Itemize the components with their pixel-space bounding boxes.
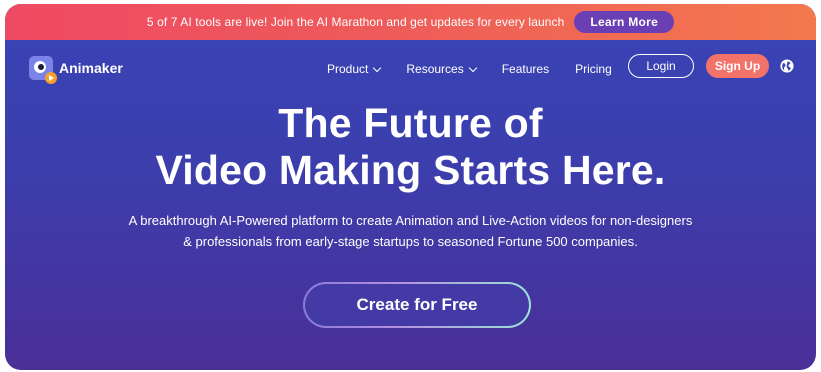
hero-subtitle-line-2: & professionals from early-stage startup…: [183, 234, 638, 249]
nav-item-pricing[interactable]: Pricing: [575, 62, 612, 76]
animaker-logo-icon: [29, 56, 57, 84]
nav-item-label: Features: [501, 62, 550, 76]
cta-label: Create for Free: [305, 284, 529, 326]
brand-name: Animaker: [59, 60, 123, 76]
nav-item-label: Pricing: [575, 62, 612, 76]
login-button[interactable]: Login: [628, 54, 694, 78]
nav-item-product[interactable]: Product: [327, 62, 382, 76]
globe-icon[interactable]: [780, 59, 794, 73]
hero-subtitle-line-1: A breakthrough AI-Powered platform to cr…: [128, 213, 693, 228]
brand-logo[interactable]: Animaker: [29, 56, 123, 84]
top-nav: Animaker Product Resources Features Pric…: [5, 48, 816, 88]
nav-item-resources[interactable]: Resources: [406, 62, 477, 76]
chevron-down-icon: [468, 63, 477, 72]
chevron-down-icon: [373, 63, 382, 72]
nav-item-label: Resources: [406, 62, 464, 76]
main-menu: Product Resources Features Pricing: [327, 62, 612, 76]
page-frame: 5 of 7 AI tools are live! Join the AI Ma…: [5, 4, 816, 370]
hero-title-line-1: The Future of: [278, 100, 543, 146]
learn-more-button[interactable]: Learn More: [574, 11, 675, 33]
nav-item-features[interactable]: Features: [502, 62, 549, 76]
hero-title: The Future of Video Making Starts Here.: [5, 100, 816, 194]
signup-button[interactable]: Sign Up: [706, 54, 769, 78]
hero-subtitle: A breakthrough AI-Powered platform to cr…: [5, 210, 816, 252]
create-for-free-button[interactable]: Create for Free: [303, 282, 531, 328]
announcement-bar: 5 of 7 AI tools are live! Join the AI Ma…: [5, 4, 816, 40]
announcement-text: 5 of 7 AI tools are live! Join the AI Ma…: [146, 15, 565, 29]
hero-title-line-2: Video Making Starts Here.: [155, 147, 666, 193]
nav-item-label: Product: [327, 62, 369, 76]
